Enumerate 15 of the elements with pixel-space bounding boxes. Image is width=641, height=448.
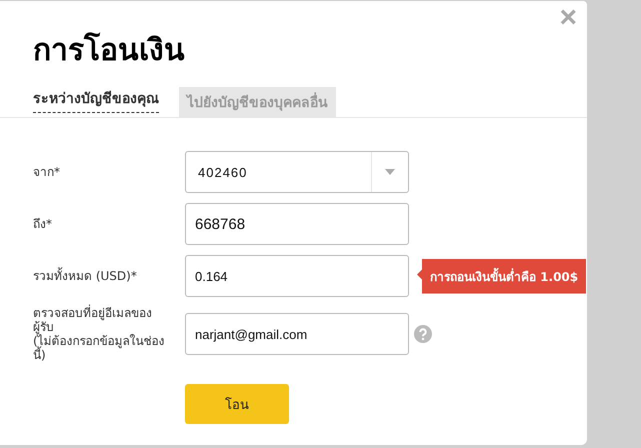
field-label: จาก* bbox=[33, 165, 61, 179]
field-note: (ไม่ต้องกรอกข้อมูลในช่องนี้) bbox=[33, 334, 166, 362]
input-field[interactable]: 668768 bbox=[185, 203, 409, 245]
dialog-title: การโอนเงิน bbox=[32, 31, 185, 70]
tab[interactable]: ระหว่างบัญชีของคุณ bbox=[33, 85, 159, 113]
field-label: ถึง* bbox=[33, 217, 53, 231]
caret-icon bbox=[385, 169, 395, 175]
input-field[interactable]: narjant@gmail.com bbox=[185, 313, 409, 355]
help-icon[interactable] bbox=[414, 325, 432, 343]
error-tooltip: การถอนเงินขั้นต่ำคือ 1.00$ bbox=[417, 258, 586, 294]
transfer-button[interactable]: โอน bbox=[185, 384, 289, 424]
field-label: รวมทั้งหมด (USD)* bbox=[33, 269, 138, 283]
input-field[interactable]: 0.164 bbox=[185, 255, 409, 297]
field-label: ตรวจสอบที่อยู่อีเมลของผู้รับ bbox=[33, 306, 152, 334]
account-select[interactable]: 402460 bbox=[185, 151, 409, 193]
